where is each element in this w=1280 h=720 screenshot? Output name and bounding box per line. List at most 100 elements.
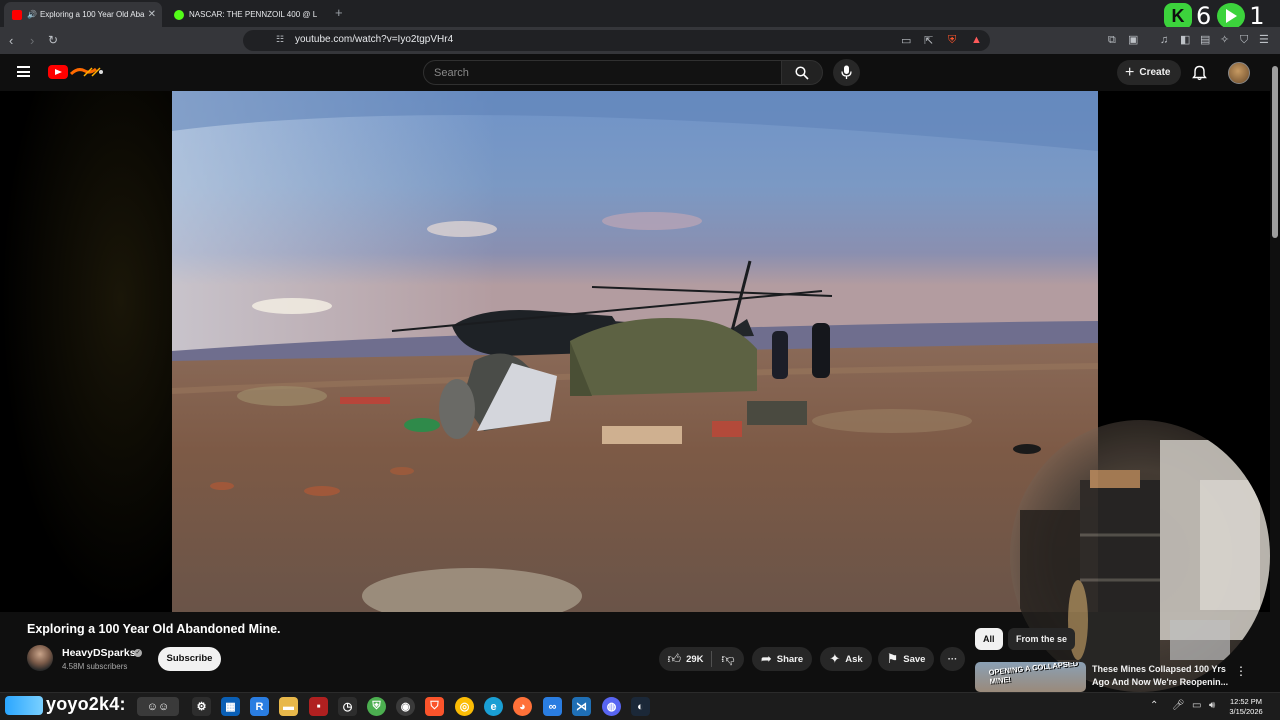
volume-icon[interactable]: 🔊︎ [1209,700,1215,711]
chip-all[interactable]: All [975,628,1003,650]
ambient-glow [0,91,172,612]
app-r-icon[interactable]: R [250,697,269,716]
account-avatar[interactable] [1228,62,1250,84]
channel-avatar[interactable] [27,645,53,671]
store-icon[interactable]: ▦ [221,697,240,716]
app-blue-icon[interactable]: ∞ [543,697,562,716]
ask-label: Ask [845,653,863,665]
chrome-icon[interactable]: ◎ [455,697,474,716]
dislike-button[interactable]: 👎︎ [712,647,744,671]
tab-title: NASCAR: THE PENNZOIL 400 @ L [189,10,318,19]
hamburger-menu-icon[interactable] [17,66,30,77]
recommendation-thumbnail[interactable]: OPENING A COLLAPSED MINE! [975,662,1086,692]
thumbs-down-icon: 👎︎ [721,651,735,666]
notifications-bell-icon[interactable] [1192,65,1207,81]
obs-icon[interactable]: ◉ [396,697,415,716]
save-label: Save [903,653,926,665]
recommendation-title[interactable]: These Mines Collapsed 100 Yrs Ago And No… [1092,663,1232,688]
plus-icon: + [1125,63,1135,81]
sidebar-icon[interactable]: ◧ [1180,33,1190,48]
leo-ai-icon[interactable]: ✧ [1220,33,1229,48]
clock-date: 3/15/2026 [1229,707,1263,716]
microphone-tray-icon[interactable]: 🎤︎ [1172,700,1185,711]
create-label: Create [1139,67,1171,78]
youtube-header: + Create [0,54,1280,91]
brave-shields-icon[interactable]: ⛨ [948,34,956,47]
new-tab-button[interactable]: + [335,5,343,20]
site-info-icon[interactable]: ☷ [276,34,284,45]
thumbnail-text: OPENING A COLLAPSED MINE! [988,662,1079,686]
play-logo-icon [1217,3,1246,29]
video-title: Exploring a 100 Year Old Abandoned Mine. [27,622,281,636]
system-clock[interactable]: 12:52 PM 3/15/2026 [1224,697,1268,717]
kick-favicon-icon [174,9,184,20]
youtube-logo-icon[interactable] [48,65,68,79]
more-actions-button[interactable]: ··· [940,647,965,671]
edge-icon[interactable]: e [484,697,503,716]
save-button[interactable]: ⚑ Save [878,647,934,671]
like-count: 29K [686,653,704,665]
steam-icon[interactable]: ◐ [631,697,650,716]
search-box[interactable] [423,60,782,85]
subscriber-count: 4.58M subscribers [62,662,128,671]
media-icon[interactable]: ♫ [1160,33,1168,48]
close-tab-icon[interactable]: ✕ [148,9,156,20]
chip-from-the-series[interactable]: From the se [1008,628,1076,650]
reload-icon[interactable]: ↻ [48,33,58,48]
kick-logo-icon: K [1164,3,1192,29]
share-button[interactable]: ➦ Share [752,647,812,671]
youtube-doodle-icon[interactable] [70,65,106,79]
ask-button[interactable]: ✦ Ask [820,647,872,671]
subscribe-button[interactable]: Subscribe [158,647,221,671]
file-explorer-icon[interactable]: ▬ [279,697,298,716]
sparkle-icon: ✦ [829,651,841,666]
network-icon[interactable]: ▭ [1192,700,1201,711]
wallet-icon[interactable]: ▤ [1200,33,1210,48]
browser-menu-icon[interactable]: ☰ [1259,33,1269,48]
page-scrollbar-thumb[interactable] [1272,66,1278,238]
shield-app-icon[interactable]: ⛨ [367,697,386,716]
settings-gear-icon[interactable]: ⚙ [192,697,211,716]
screenshot-icon[interactable]: ▣ [1128,33,1138,48]
browser-toolbar: ‹ › ↻ ⚐ ☷ youtube.com/watch?v=Iyo2tgpVHr… [0,27,1280,54]
tab-youtube-video[interactable]: 🔊 Exploring a 100 Year Old Aba ✕ [4,2,162,27]
brave-rewards-icon[interactable]: ▲ [971,34,982,46]
search-input[interactable] [424,61,744,84]
verified-badge-icon: ✓ [134,649,142,657]
brave-icon[interactable]: ⛉ [425,697,444,716]
app-red-icon[interactable]: ■ [309,697,328,716]
back-icon[interactable]: ‹ [9,33,13,48]
audio-playing-icon: 🔊 [27,10,37,19]
vscode-icon[interactable]: ⋊ [572,697,591,716]
emoji-widget-icon[interactable]: ☺☺ [137,697,179,716]
play-count: 1 [1249,2,1265,30]
extensions-icon[interactable]: ⧉ [1108,33,1116,48]
like-button[interactable]: 👍︎ 29K [659,647,712,671]
share-page-icon[interactable]: ⇱ [924,34,933,47]
firefox-icon[interactable]: ◕ [513,697,532,716]
taskbar-overlay-text: yoyo2k4: [46,694,126,714]
vpn-icon[interactable]: ⛉ [1240,33,1248,48]
voice-search-button[interactable] [833,59,860,86]
forward-icon[interactable]: › [30,33,34,48]
channel-name[interactable]: HeavyDSparks [62,647,136,659]
cast-icon[interactable]: ▭ [901,34,911,47]
webcam-room-scene [1020,440,1270,680]
search-icon [795,66,809,80]
start-widget-icon[interactable] [5,696,43,715]
streamer-webcam-overlay [1010,420,1270,692]
video-player[interactable] [172,91,1098,612]
video-frame-helicopter-scene [172,91,1098,612]
tray-overflow-icon[interactable]: ⌃ [1150,700,1158,711]
address-bar[interactable]: ☷ youtube.com/watch?v=Iyo2tgpVHr4 ▭ ⇱ ⛨ … [243,30,990,51]
url-text[interactable]: youtube.com/watch?v=Iyo2tgpVHr4 [295,34,453,45]
clock-app-icon[interactable]: ◷ [338,697,357,716]
microphone-icon [841,65,852,79]
discord-icon[interactable]: ◍ [602,697,621,716]
search-button[interactable] [781,60,823,85]
create-button[interactable]: + Create [1117,60,1181,85]
recommendation-menu-icon[interactable]: ⋮ [1235,664,1247,678]
bookmark-save-icon: ⚑ [886,651,899,666]
tab-nascar[interactable]: NASCAR: THE PENNZOIL 400 @ L [166,2,326,27]
windows-taskbar: yoyo2k4: ☺☺ ⚙ ▦ R ▬ ■ ◷ ⛨ ◉ ⛉ ◎ e ◕ ∞ ⋊ … [0,692,1280,720]
